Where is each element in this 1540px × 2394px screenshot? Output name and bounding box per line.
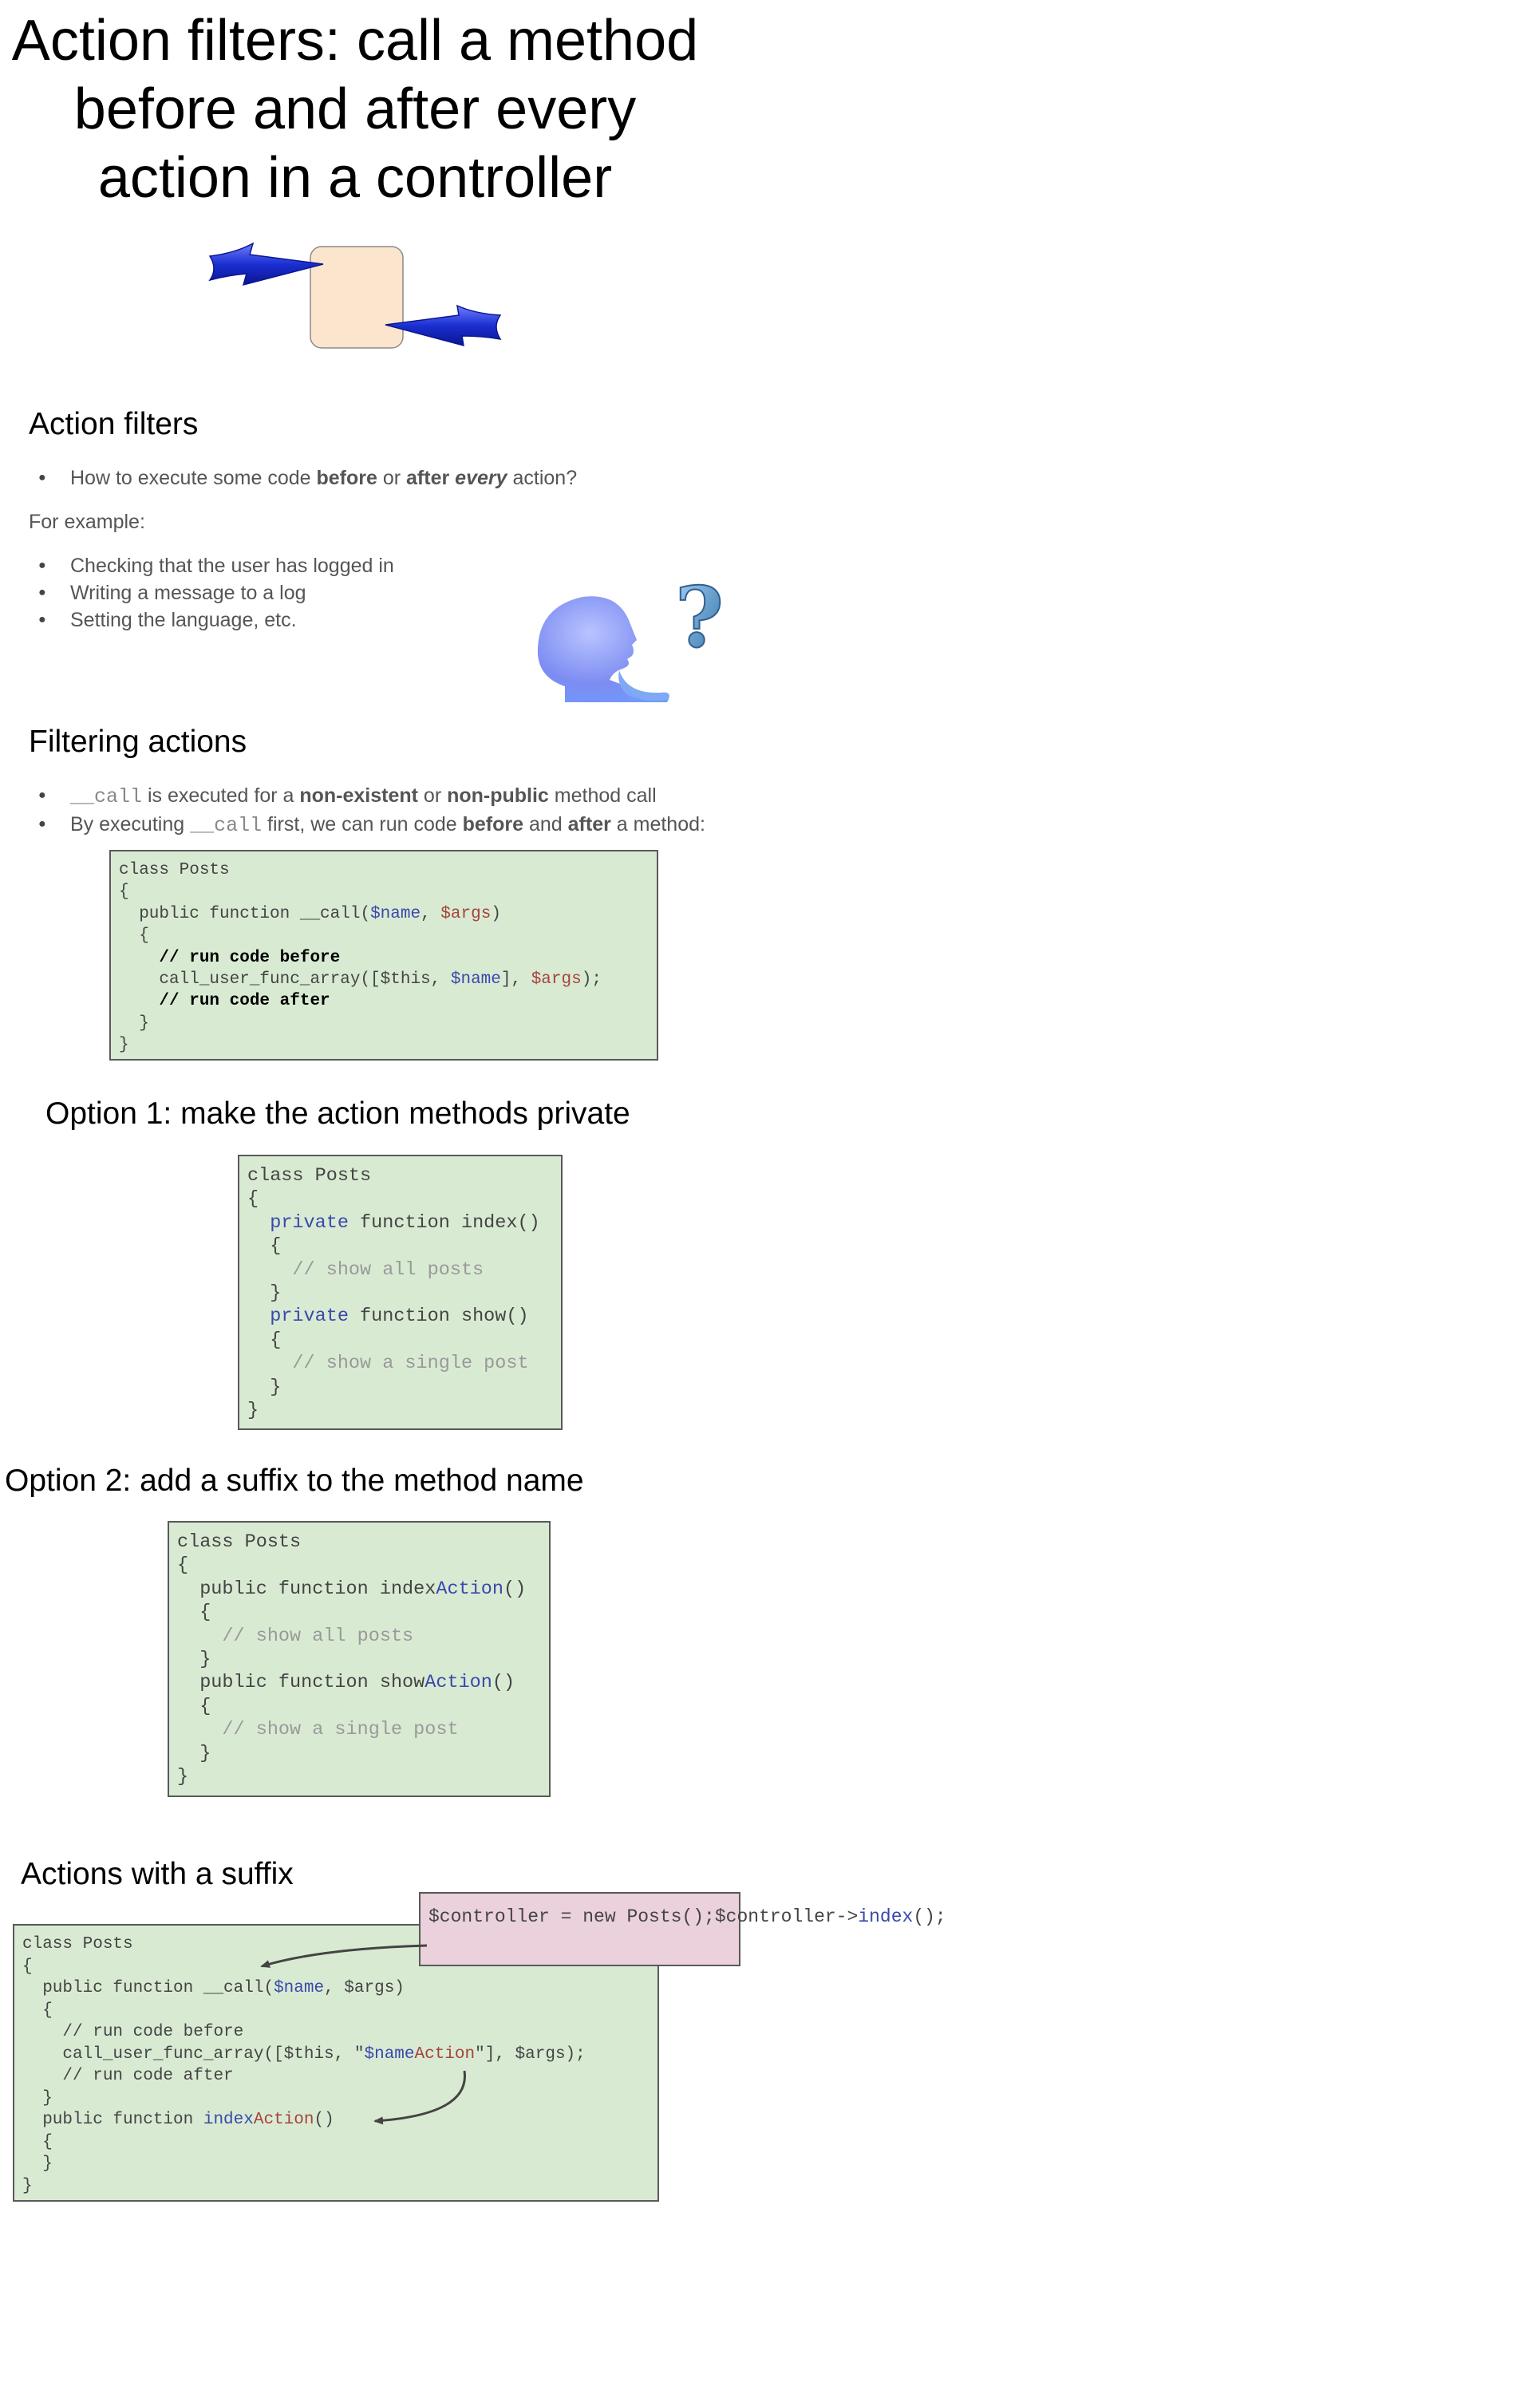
- arrow-in-icon: [208, 242, 324, 286]
- actions-with-suffix-heading: Actions with a suffix: [21, 1857, 294, 1891]
- private-methods-code-block: class Posts{ private function index() { …: [238, 1155, 563, 1430]
- action-filters-heading: Action filters: [29, 407, 199, 441]
- option-2-heading: Option 2: add a suffix to the method nam…: [5, 1464, 584, 1498]
- title-line-1: Action filters: call a method: [11, 9, 699, 73]
- example-bullets: Checking that the user has logged in Wri…: [32, 552, 394, 634]
- bullet-question: How to execute some code before or after…: [32, 464, 577, 492]
- title-line-3: action in a controller: [97, 146, 613, 210]
- call-method-code-block: class Posts{ public function __call($nam…: [109, 850, 658, 1061]
- option-1-heading: Option 1: make the action methods privat…: [45, 1096, 630, 1131]
- list-item: Checking that the user has logged in: [32, 552, 394, 579]
- filtering-actions-heading: Filtering actions: [29, 725, 247, 759]
- call-flow-arrows: [260, 1944, 466, 2125]
- bullet-call-executed: __call is executed for a non-existent or…: [32, 782, 705, 811]
- for-example-label: For example:: [29, 511, 145, 533]
- list-item: Setting the language, etc.: [32, 606, 394, 634]
- action-arrows-illustration: [208, 242, 502, 349]
- suffix-methods-code-block: class Posts{ public function indexAction…: [168, 1521, 551, 1797]
- page-title: Action filters: call a method before and…: [0, 6, 710, 212]
- list-item: Writing a message to a log: [32, 579, 394, 606]
- bullet-by-executing: By executing __call first, we can run co…: [32, 811, 705, 839]
- controller-box: [310, 246, 404, 349]
- svg-text:?: ?: [675, 575, 724, 666]
- arrow-to-index-action-icon: [373, 2070, 466, 2125]
- action-filters-bullets: How to execute some code before or after…: [32, 464, 577, 492]
- arrow-to-call-icon: [260, 1944, 428, 1968]
- title-line-2: before and after every: [73, 77, 637, 141]
- filtering-bullets: __call is executed for a non-existent or…: [32, 782, 705, 839]
- thinking-person-question-icon: ?: [537, 575, 725, 702]
